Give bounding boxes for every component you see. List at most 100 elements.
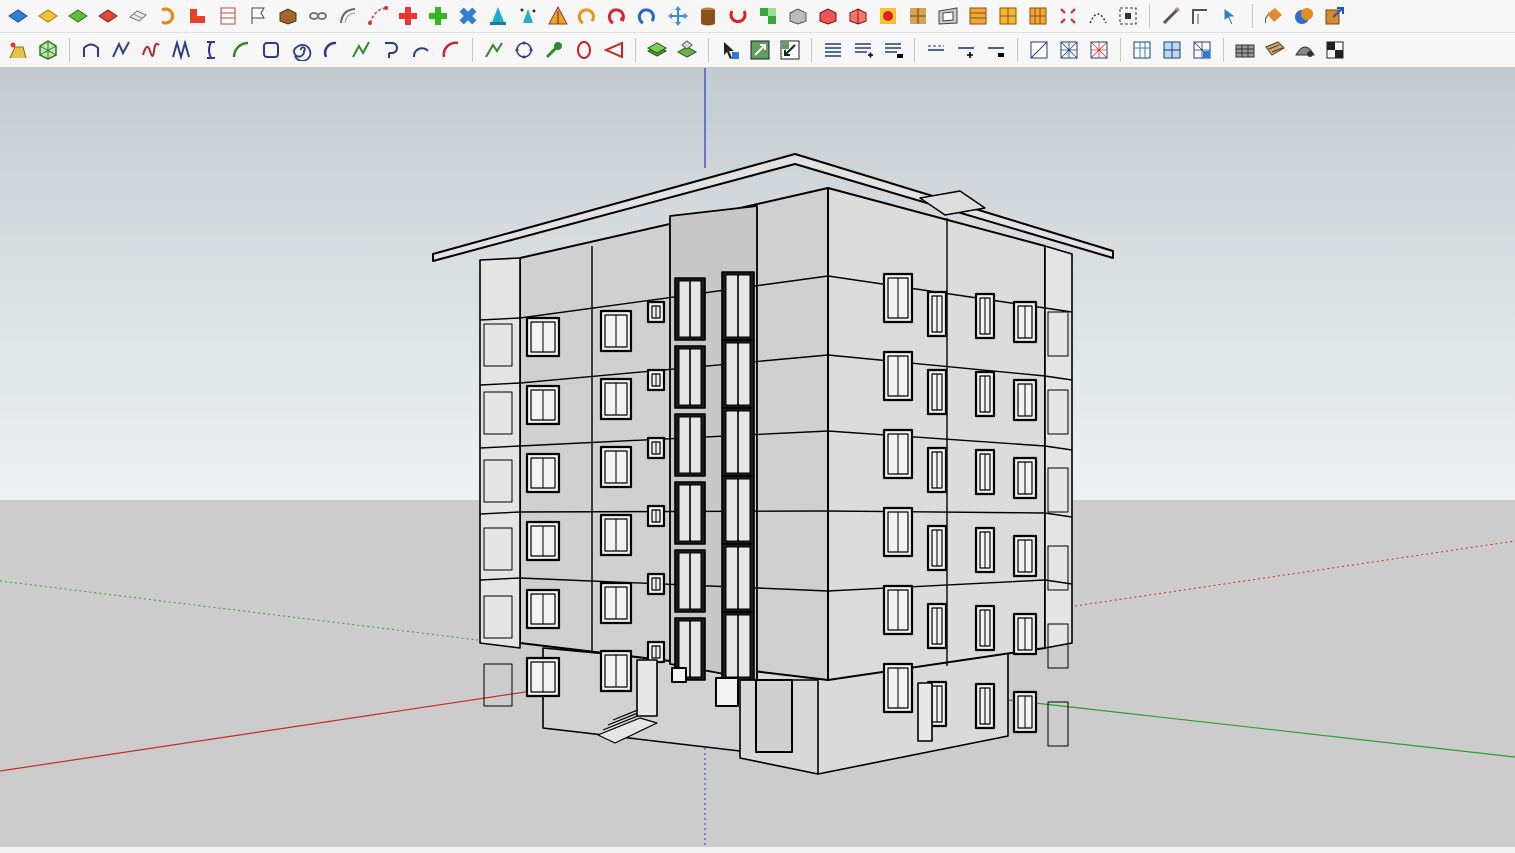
explode-cube-button[interactable] xyxy=(843,1,873,31)
split-cube-button[interactable] xyxy=(813,1,843,31)
cross-blue-button[interactable] xyxy=(453,1,483,31)
scale-down-button[interactable] xyxy=(775,35,805,65)
rotate-cube-button[interactable] xyxy=(783,1,813,31)
model-scene[interactable] xyxy=(0,68,1515,846)
rectangle-button[interactable] xyxy=(256,35,286,65)
arrow-export-button[interactable] xyxy=(1319,1,1349,31)
pencil-icon xyxy=(1162,6,1181,25)
freehand-red-button[interactable] xyxy=(136,35,166,65)
stamp-button[interactable] xyxy=(93,1,123,31)
grid-blue-button[interactable] xyxy=(1127,35,1157,65)
cone-button[interactable] xyxy=(599,35,629,65)
drop-splash-button[interactable] xyxy=(513,1,543,31)
select-tool-button[interactable] xyxy=(715,35,745,65)
dash-add-button[interactable] xyxy=(951,35,981,65)
resize-box-button[interactable] xyxy=(1113,1,1143,31)
layers-green-button[interactable] xyxy=(642,35,672,65)
cylinder-button[interactable] xyxy=(693,1,723,31)
scatter-red-button[interactable] xyxy=(1053,1,1083,31)
toolbar-separator xyxy=(472,38,473,62)
wave-line-button[interactable] xyxy=(166,35,196,65)
face-tool-button[interactable] xyxy=(3,35,33,65)
flip-edge-button[interactable] xyxy=(183,1,213,31)
ellipse-button[interactable] xyxy=(569,35,599,65)
sandbox-from-scratch-button[interactable] xyxy=(33,1,63,31)
zigzag-button[interactable] xyxy=(196,35,226,65)
layer-add-button[interactable] xyxy=(672,35,702,65)
dash-remove-button[interactable] xyxy=(981,35,1011,65)
loop-blue-button[interactable] xyxy=(633,1,663,31)
material-orange-button[interactable] xyxy=(1289,1,1319,31)
grid-select-button[interactable] xyxy=(1187,35,1217,65)
texture-1-button[interactable] xyxy=(1230,35,1260,65)
frame-tool-button[interactable] xyxy=(933,1,963,31)
hook-button[interactable] xyxy=(376,35,406,65)
move-arrows-button[interactable] xyxy=(663,1,693,31)
arc-red-button[interactable] xyxy=(436,35,466,65)
paint-bucket-button[interactable] xyxy=(1259,1,1289,31)
line-green-button[interactable] xyxy=(479,35,509,65)
hatch-add-button[interactable] xyxy=(848,35,878,65)
undo-curve-button[interactable] xyxy=(723,1,753,31)
geodesic-button[interactable] xyxy=(33,35,63,65)
scale-up-button[interactable] xyxy=(745,35,775,65)
dimension-button[interactable] xyxy=(1186,1,1216,31)
arch-tool-button[interactable] xyxy=(76,35,106,65)
pencil-line-button[interactable] xyxy=(1156,1,1186,31)
plus-green-button[interactable] xyxy=(423,1,453,31)
toolbar-group xyxy=(73,33,469,67)
sandbox-from-contours-button[interactable] xyxy=(3,1,33,31)
loop-orange-button[interactable] xyxy=(573,1,603,31)
grid-blue-2-button[interactable] xyxy=(1157,35,1187,65)
layer-add-icon xyxy=(676,40,698,58)
side-door xyxy=(917,682,933,742)
tile-orange-3-button[interactable] xyxy=(1023,1,1053,31)
grid-diag-button[interactable] xyxy=(1024,35,1054,65)
curve-green-button[interactable] xyxy=(346,35,376,65)
dash-icon xyxy=(928,45,944,51)
dash-line-button[interactable] xyxy=(921,35,951,65)
cube-red-icon xyxy=(819,8,837,25)
checker-button[interactable] xyxy=(1320,35,1350,65)
box-tool-button[interactable] xyxy=(273,1,303,31)
loop-red-button[interactable] xyxy=(603,1,633,31)
polyline-button[interactable] xyxy=(106,35,136,65)
paint-red-button[interactable] xyxy=(873,1,903,31)
apartment-building-model[interactable] xyxy=(432,153,1114,775)
hatch-remove-button[interactable] xyxy=(878,35,908,65)
circle-points-button[interactable] xyxy=(509,35,539,65)
spiral-button[interactable] xyxy=(286,35,316,65)
texture-2-button[interactable] xyxy=(1260,35,1290,65)
pattern-grid-button[interactable] xyxy=(903,1,933,31)
gem-red-icon xyxy=(880,8,896,24)
plus-red-button[interactable] xyxy=(393,1,423,31)
offset-curve-button[interactable] xyxy=(333,1,363,31)
cylinder-brown-icon xyxy=(701,7,715,26)
ellipse-icon xyxy=(577,41,591,59)
hatch-lines-button[interactable] xyxy=(818,35,848,65)
section-plane-button[interactable] xyxy=(213,1,243,31)
model-viewport[interactable] xyxy=(0,68,1515,846)
texture-3-button[interactable] xyxy=(1290,35,1320,65)
drape-button[interactable] xyxy=(123,1,153,31)
grid-red-button[interactable] xyxy=(1084,35,1114,65)
bezier-points-button[interactable] xyxy=(363,1,393,31)
grid-cross-button[interactable] xyxy=(1054,35,1084,65)
arc-small-button[interactable] xyxy=(406,35,436,65)
wrench-button[interactable] xyxy=(539,35,569,65)
chain-tool-button[interactable] xyxy=(303,1,333,31)
flag-button[interactable] xyxy=(243,1,273,31)
select-arrow-button[interactable] xyxy=(1216,1,1246,31)
smoove-button[interactable] xyxy=(63,1,93,31)
balcony-railing xyxy=(483,663,513,707)
warning-triangle-button[interactable] xyxy=(543,1,573,31)
arc-green-button[interactable] xyxy=(226,35,256,65)
add-detail-button[interactable] xyxy=(153,1,183,31)
curve-dots-button[interactable] xyxy=(1083,1,1113,31)
arc-blue-button[interactable] xyxy=(316,35,346,65)
tile-orange-button[interactable] xyxy=(963,1,993,31)
cube-gray-icon xyxy=(789,8,807,25)
drop-cyan-button[interactable] xyxy=(483,1,513,31)
cubes-green-button[interactable] xyxy=(753,1,783,31)
tile-orange-2-button[interactable] xyxy=(993,1,1023,31)
